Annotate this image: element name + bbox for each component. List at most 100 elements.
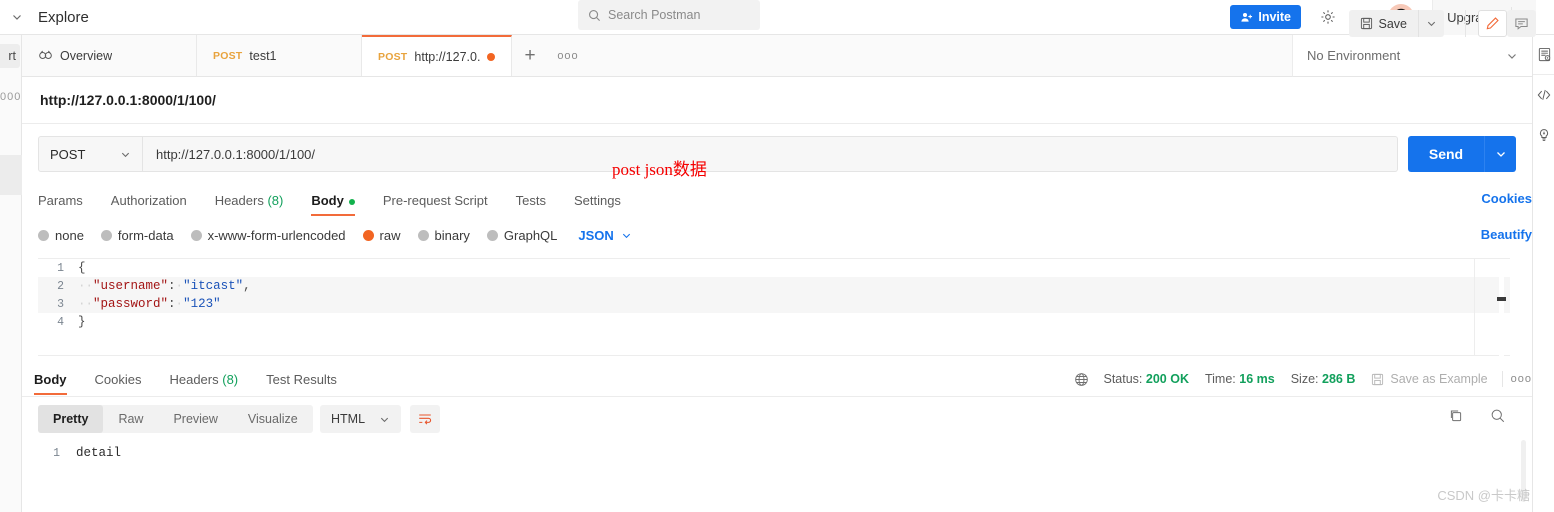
body-type-row: none form-data x-www-form-urlencoded raw… bbox=[38, 225, 632, 245]
response-body[interactable]: 1 detail bbox=[38, 444, 1504, 484]
body-type-binary[interactable]: binary bbox=[417, 228, 470, 243]
radio-icon bbox=[417, 229, 429, 241]
url-input[interactable]: http://127.0.0.1:8000/1/100/ bbox=[143, 136, 1398, 172]
body-type-graphql[interactable]: GraphQL bbox=[486, 227, 558, 243]
response-tab-test-results[interactable]: Test Results bbox=[252, 372, 351, 395]
invite-label: Invite bbox=[1258, 10, 1291, 24]
send-button[interactable]: Send bbox=[1408, 136, 1484, 172]
save-button[interactable]: Save bbox=[1348, 10, 1418, 37]
space-dot: · bbox=[175, 297, 184, 311]
line-number: 4 bbox=[57, 315, 64, 329]
body-type-label: GraphQL bbox=[503, 227, 558, 243]
tab-authorization[interactable]: Authorization bbox=[97, 193, 201, 216]
radio-selected-icon bbox=[362, 229, 374, 241]
raw-format-select[interactable]: JSON bbox=[578, 228, 631, 243]
size-value: 286 B bbox=[1322, 372, 1356, 386]
body-present-indicator-icon bbox=[348, 198, 355, 205]
response-format-select[interactable]: HTML bbox=[320, 405, 402, 433]
tab-test1[interactable]: POST test1 bbox=[197, 35, 362, 76]
body-type-raw[interactable]: raw bbox=[362, 228, 401, 243]
tab-settings[interactable]: Settings bbox=[560, 193, 635, 216]
sidebar-more-icon[interactable]: 000 bbox=[0, 91, 21, 103]
space-dot: · bbox=[175, 279, 184, 293]
url-value: http://127.0.0.1:8000/1/100/ bbox=[156, 146, 316, 162]
gear-icon[interactable] bbox=[1316, 5, 1340, 29]
new-tab-button[interactable]: + bbox=[512, 35, 548, 76]
response-headers-count: (8) bbox=[222, 372, 239, 387]
response-format-label: HTML bbox=[331, 412, 366, 426]
tab-pre-request-script[interactable]: Pre-request Script bbox=[369, 193, 502, 216]
tab-options-icon[interactable]: ooo bbox=[548, 35, 588, 76]
tab-label: Settings bbox=[573, 193, 621, 208]
code-snippet-icon[interactable] bbox=[1533, 75, 1554, 115]
search-input[interactable]: Search Postman bbox=[578, 0, 760, 30]
save-group: Save bbox=[1348, 10, 1444, 37]
search-placeholder: Search Postman bbox=[608, 8, 701, 22]
status-item: Status: 200 OK bbox=[1103, 372, 1189, 386]
send-options-chevron-down-icon[interactable] bbox=[1484, 136, 1516, 172]
environment-quick-look-icon[interactable] bbox=[1533, 35, 1554, 75]
tab-active-request[interactable]: POST http://127.0.0.1:8000/1 bbox=[362, 35, 512, 76]
line-content: } bbox=[78, 315, 86, 329]
response-line: 1 detail bbox=[38, 444, 1504, 462]
request-tabs: Params Authorization Headers (8) Body Pr… bbox=[38, 186, 635, 216]
tab-tests[interactable]: Tests bbox=[502, 193, 560, 216]
left-sidebar-rail: rt 000 bbox=[0, 35, 22, 512]
request-body-editor[interactable]: 1 { 2 ·· "username" : · "itcast" , 3 ·· … bbox=[38, 258, 1510, 356]
body-type-label: form-data bbox=[117, 227, 174, 243]
url-row: POST http://127.0.0.1:8000/1/100/ bbox=[38, 136, 1398, 172]
send-group: Send bbox=[1408, 136, 1516, 172]
view-preview[interactable]: Preview bbox=[158, 405, 232, 433]
tab-label: Body bbox=[34, 372, 67, 387]
tab-params[interactable]: Params bbox=[38, 193, 97, 216]
comment-icon[interactable] bbox=[1507, 10, 1536, 37]
save-options-chevron-down-icon[interactable] bbox=[1418, 10, 1444, 37]
copy-icon[interactable] bbox=[1448, 408, 1464, 424]
tab-overview[interactable]: Overview bbox=[22, 35, 197, 76]
beautify-link[interactable]: Beautify bbox=[1481, 227, 1532, 242]
json-colon: : bbox=[168, 279, 176, 293]
tab-bar: Overview POST test1 POST http://127.0.0.… bbox=[22, 35, 1292, 77]
editor-scrollbar[interactable] bbox=[1499, 260, 1504, 356]
right-icon-rail bbox=[1532, 35, 1554, 512]
tab-label: test1 bbox=[249, 48, 277, 63]
tab-body[interactable]: Body bbox=[297, 193, 369, 216]
status-value: 200 OK bbox=[1145, 372, 1189, 386]
save-label: Save bbox=[1378, 16, 1408, 31]
wrap-lines-icon[interactable] bbox=[410, 405, 440, 433]
response-tab-cookies[interactable]: Cookies bbox=[81, 372, 156, 395]
response-tab-headers[interactable]: Headers (8) bbox=[155, 372, 252, 395]
cookies-link[interactable]: Cookies bbox=[1481, 191, 1532, 206]
view-visualize[interactable]: Visualize bbox=[233, 405, 313, 433]
workspace-chevron-down-icon[interactable] bbox=[0, 11, 34, 23]
overview-icon bbox=[38, 48, 53, 63]
sidebar-selected-item[interactable] bbox=[0, 155, 22, 195]
tab-headers[interactable]: Headers (8) bbox=[201, 193, 298, 216]
view-raw[interactable]: Raw bbox=[103, 405, 158, 433]
response-more-icon[interactable]: ooo bbox=[1501, 371, 1532, 387]
postman-window: Explore Search Postman Invite Upgrade rt… bbox=[0, 0, 1554, 512]
edit-pencil-icon[interactable] bbox=[1478, 10, 1507, 37]
lightbulb-icon[interactable] bbox=[1533, 115, 1554, 155]
editor-scrollbar-thumb[interactable] bbox=[1497, 297, 1506, 301]
environment-chevron-down-icon bbox=[1506, 50, 1518, 62]
body-type-x-www-form-urlencoded[interactable]: x-www-form-urlencoded bbox=[190, 227, 346, 243]
search-icon[interactable] bbox=[1490, 408, 1506, 424]
headers-count: (8) bbox=[267, 193, 284, 208]
body-type-none[interactable]: none bbox=[38, 228, 84, 243]
method-select[interactable]: POST bbox=[38, 136, 143, 172]
import-button[interactable]: rt bbox=[0, 44, 20, 68]
response-tab-body[interactable]: Body bbox=[34, 372, 81, 395]
view-pretty[interactable]: Pretty bbox=[38, 405, 104, 433]
editor-line: 2 ·· "username" : · "itcast" , bbox=[38, 277, 1510, 295]
body-type-label: x-www-form-urlencoded bbox=[207, 227, 346, 243]
size-item: Size: 286 B bbox=[1291, 372, 1356, 386]
save-as-example-button[interactable]: Save as Example bbox=[1371, 372, 1488, 386]
line-number: 1 bbox=[53, 446, 60, 460]
environment-selector[interactable]: No Environment bbox=[1292, 35, 1532, 77]
invite-button[interactable]: Invite bbox=[1230, 5, 1301, 29]
explore-label[interactable]: Explore bbox=[34, 9, 89, 26]
tab-label: Body bbox=[311, 193, 344, 208]
json-comma: , bbox=[243, 279, 251, 293]
body-type-form-data[interactable]: form-data bbox=[100, 227, 174, 243]
